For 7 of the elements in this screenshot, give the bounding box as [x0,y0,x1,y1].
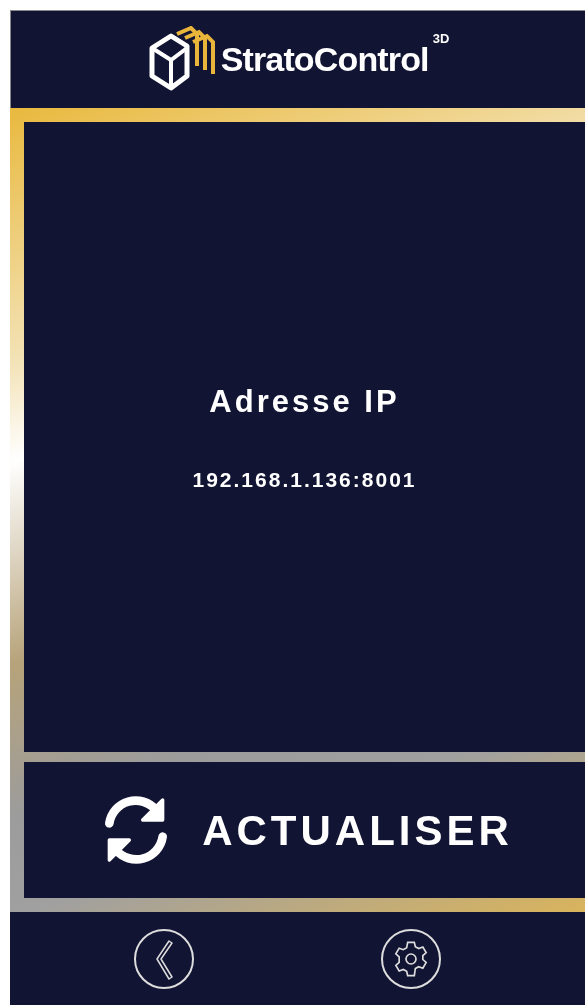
brand-name: StratoControl [220,39,429,80]
back-button[interactable] [133,928,194,989]
info-title: Adresse IP [209,383,400,421]
brand-superscript: 3D [432,30,450,48]
settings-button[interactable] [381,928,442,989]
refresh-button[interactable]: ACTUALISER [24,762,585,898]
ip-address: 192.168.1.136:8001 [192,466,417,493]
